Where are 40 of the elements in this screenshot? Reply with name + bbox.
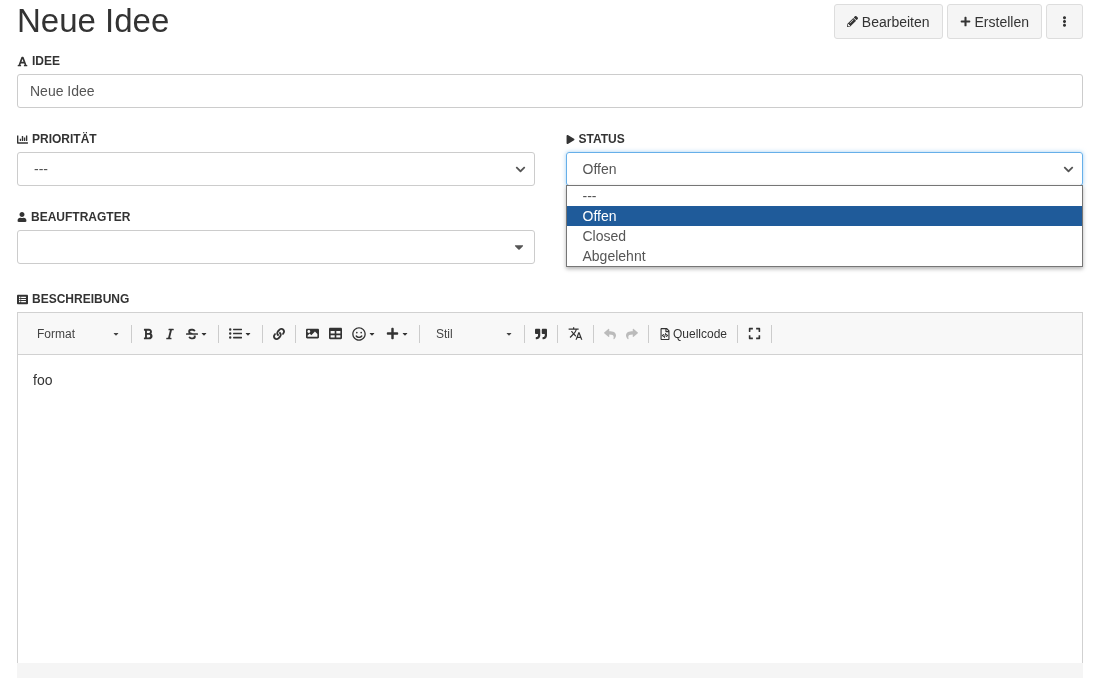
field-label: BESCHREIBUNG [32, 292, 130, 306]
dropdown-option[interactable]: Offen [566, 206, 1082, 226]
dropdown-option[interactable]: --- [566, 186, 1082, 206]
priority-select[interactable]: --- [17, 152, 535, 186]
field-label: PRIORITÄT [32, 132, 97, 146]
create-button[interactable]: Erstellen [946, 4, 1042, 39]
bar-chart-icon [17, 133, 28, 145]
bold-icon [142, 327, 154, 340]
dropdown-option[interactable]: Abgelehnt [566, 246, 1082, 266]
edit-button[interactable]: Bearbeiten [833, 4, 943, 39]
user-icon [17, 212, 27, 222]
plus-icon [959, 16, 971, 27]
italic-icon [164, 327, 176, 340]
quote-icon [535, 327, 547, 340]
table-icon [329, 327, 342, 340]
link-icon [273, 327, 285, 340]
pencil-icon [846, 16, 858, 27]
source-button[interactable]: Quellcode [654, 320, 733, 347]
smiley-icon [352, 326, 366, 341]
format-dropdown[interactable]: Format [26, 320, 126, 347]
style-dropdown[interactable]: Stil [425, 320, 519, 347]
list-icon [229, 327, 242, 340]
editor-content[interactable]: foo [18, 355, 1082, 663]
strikethrough-icon [186, 327, 198, 340]
field-label: BEAUFTRAGTER [31, 210, 131, 224]
translate-icon [568, 326, 583, 341]
redo-icon [626, 327, 638, 340]
page-title: Neue Idee [17, 1, 170, 41]
undo-icon [604, 327, 616, 340]
field-label: STATUS [578, 132, 625, 146]
font-icon [17, 55, 28, 67]
idea-input[interactable]: Neue Idee [17, 74, 1083, 108]
plus-icon [386, 327, 399, 340]
image-icon [306, 327, 319, 340]
field-label: IDEE [32, 54, 60, 68]
dropdown-option[interactable]: Closed [566, 226, 1082, 246]
file-code-icon [659, 327, 671, 340]
expand-icon [748, 327, 762, 340]
list-icon [17, 293, 28, 305]
play-icon [565, 134, 575, 144]
